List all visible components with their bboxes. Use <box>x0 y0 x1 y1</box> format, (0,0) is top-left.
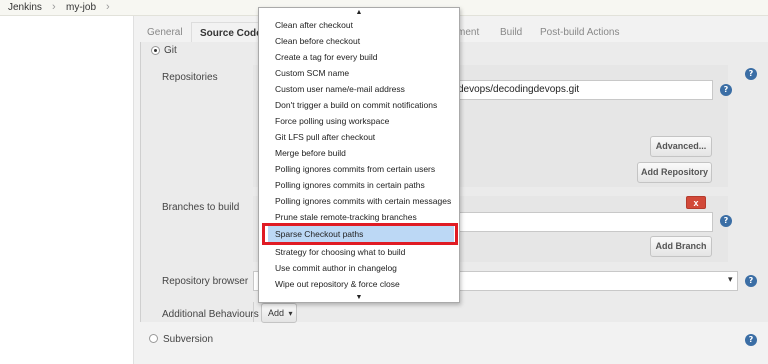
branches-label: Branches to build <box>162 202 240 213</box>
branch-specifier-input[interactable] <box>453 212 713 232</box>
help-icon[interactable]: ? <box>745 334 757 346</box>
menu-item[interactable]: Clean after checkout <box>275 17 353 33</box>
section-divider <box>140 42 141 322</box>
divider <box>253 302 254 322</box>
additional-behaviours-label: Additional Behaviours <box>162 309 259 320</box>
menu-item[interactable]: Polling ignores commits from certain use… <box>275 161 435 177</box>
select-caret-icon: ▾ <box>728 274 733 284</box>
menu-item[interactable]: Git LFS pull after checkout <box>275 129 375 145</box>
remove-branch-button[interactable]: x <box>686 196 706 209</box>
add-branch-button[interactable]: Add Branch <box>650 236 712 257</box>
repositories-label: Repositories <box>162 72 218 83</box>
menu-item[interactable]: Strategy for choosing what to build <box>275 244 405 260</box>
subversion-label: Subversion <box>163 334 214 345</box>
menu-item[interactable]: Force polling using workspace <box>275 113 389 129</box>
breadcrumb-jenkins[interactable]: Jenkins <box>8 2 42 13</box>
scroll-down-arrow-icon[interactable]: ▼ <box>259 293 459 302</box>
repository-url-input[interactable]: devops/decodingdevops.git <box>453 80 713 100</box>
menu-item[interactable]: Custom user name/e-mail address <box>275 81 405 97</box>
add-button-label: Add <box>268 308 285 318</box>
help-icon[interactable]: ? <box>720 84 732 96</box>
menu-item[interactable]: Use commit author in changelog <box>275 260 397 276</box>
menu-item[interactable]: Clean before checkout <box>275 33 360 49</box>
menu-item[interactable]: Merge before build <box>275 145 346 161</box>
add-repository-button[interactable]: Add Repository <box>637 162 712 183</box>
breadcrumb-separator: › <box>106 1 110 13</box>
scroll-up-arrow-icon[interactable]: ▲ <box>259 8 459 17</box>
dropdown-caret-icon: ▾ <box>288 309 293 318</box>
help-icon[interactable]: ? <box>720 215 732 227</box>
menu-item[interactable]: Create a tag for every build <box>275 49 378 65</box>
menu-item[interactable]: Don't trigger a build on commit notifica… <box>275 97 437 113</box>
repository-browser-label: Repository browser <box>162 276 249 287</box>
subversion-radio[interactable] <box>149 334 158 343</box>
help-icon[interactable]: ? <box>745 275 757 287</box>
menu-item[interactable]: Polling ignores commits in certain paths <box>275 177 425 193</box>
add-behaviour-button[interactable]: Add ▾ <box>261 303 297 323</box>
tab-general[interactable]: General <box>147 27 183 38</box>
tab-build[interactable]: Build <box>500 27 522 38</box>
help-icon[interactable]: ? <box>745 68 757 80</box>
breadcrumb-separator: › <box>52 1 56 13</box>
menu-item[interactable]: Custom SCM name <box>275 65 349 81</box>
menu-item[interactable]: Polling ignores commits with certain mes… <box>275 193 451 209</box>
git-label: Git <box>164 45 177 56</box>
breadcrumb-my-job[interactable]: my-job <box>66 2 96 13</box>
additional-behaviours-menu[interactable]: ▲ Clean after checkout Clean before chec… <box>258 7 460 303</box>
menu-item[interactable]: Wipe out repository & force close <box>275 276 400 292</box>
tab-post-build-actions[interactable]: Post-build Actions <box>540 27 620 38</box>
git-radio[interactable] <box>151 46 160 55</box>
advanced-button[interactable]: Advanced... <box>650 136 712 157</box>
highlight-box <box>262 223 458 245</box>
tab-build-environment[interactable]: ment <box>457 27 479 38</box>
